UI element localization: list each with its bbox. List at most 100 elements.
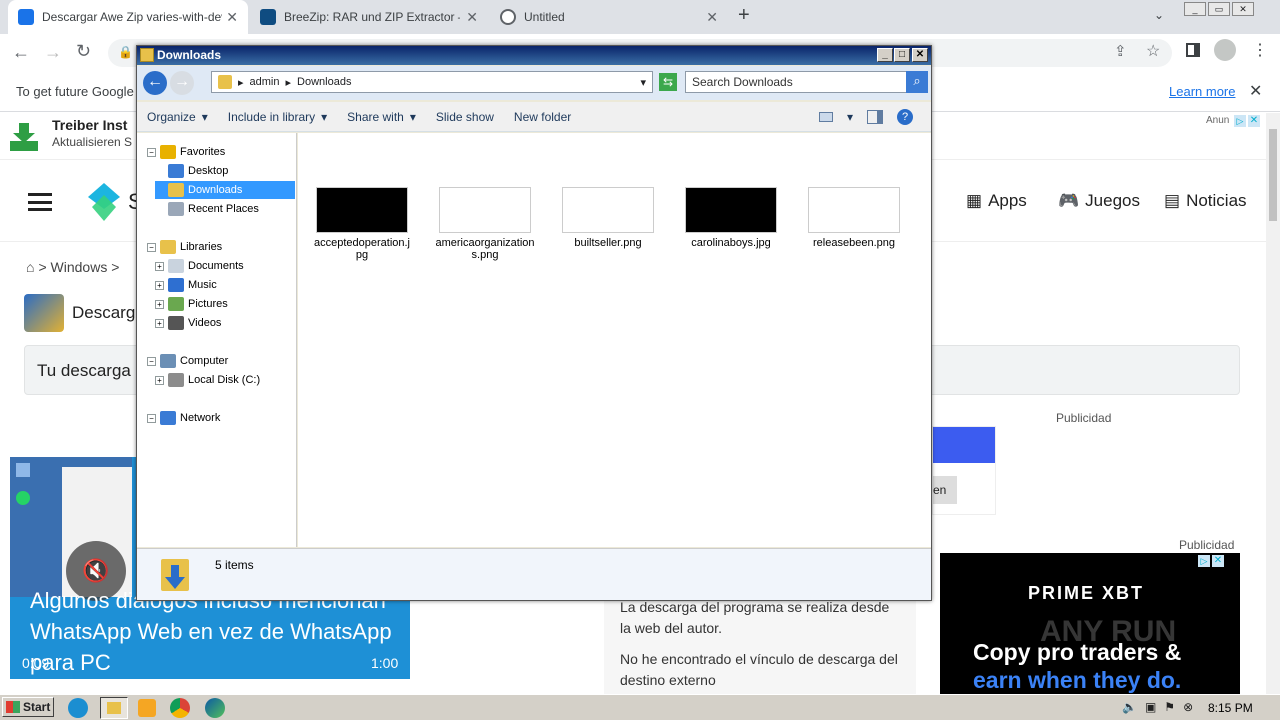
back-arrow-icon[interactable]: ← bbox=[12, 42, 30, 63]
tree-item-network[interactable]: − Network bbox=[147, 409, 220, 427]
share-icon[interactable]: ⇪ bbox=[1114, 42, 1127, 60]
ad-title[interactable]: Treiber Inst bbox=[52, 117, 127, 133]
tree-item-music[interactable]: + Music bbox=[155, 276, 217, 294]
file-item[interactable]: releasebeen.png bbox=[804, 187, 904, 249]
home-icon[interactable]: ⌂ bbox=[26, 259, 34, 275]
include-in-library-button[interactable]: Include in library ▾ bbox=[218, 110, 337, 124]
minimize-icon[interactable]: _ bbox=[1184, 2, 1206, 16]
file-item[interactable]: carolinaboys.jpg bbox=[681, 187, 781, 249]
collapse-icon[interactable]: − bbox=[147, 356, 156, 366]
help-icon[interactable]: ? bbox=[897, 108, 913, 125]
close-icon[interactable]: ✕ bbox=[466, 9, 478, 26]
app-title: Descarg bbox=[72, 303, 136, 322]
forward-arrow-icon[interactable]: → bbox=[44, 42, 62, 63]
edge-icon[interactable] bbox=[205, 698, 225, 718]
explorer-address-bar[interactable]: ▸ admin ▸ Downloads ▾ bbox=[211, 71, 653, 93]
side-panel-icon[interactable] bbox=[1186, 43, 1200, 57]
tree-item-local-disk-c[interactable]: + Local Disk (C:) bbox=[155, 371, 260, 389]
learn-more-link[interactable]: Learn more bbox=[1169, 84, 1235, 99]
collapse-icon[interactable]: − bbox=[147, 147, 156, 157]
explorer-search-input[interactable]: Search Downloads bbox=[685, 71, 907, 93]
close-icon[interactable]: ✕ bbox=[912, 48, 928, 62]
explorer-taskbar-button[interactable] bbox=[100, 697, 128, 719]
security-icon[interactable]: ⊗ bbox=[1183, 700, 1193, 714]
tree-item-desktop[interactable]: +Desktop bbox=[155, 162, 228, 180]
scrollbar[interactable] bbox=[1266, 113, 1280, 694]
tree-item-pictures[interactable]: + Pictures bbox=[155, 295, 228, 313]
expand-icon[interactable]: + bbox=[155, 261, 164, 271]
tab-untitled[interactable]: Untitled ✕ bbox=[490, 0, 728, 34]
prime-xbt-ad[interactable]: PRIME XBT ANY RUN Copy pro traders & ear… bbox=[940, 553, 1240, 694]
nav-noticias[interactable]: ▤ Noticias bbox=[1164, 191, 1247, 211]
bookmark-star-icon[interactable]: ☆ bbox=[1146, 41, 1160, 61]
start-button[interactable]: Start bbox=[2, 697, 54, 717]
preview-pane-icon[interactable] bbox=[867, 109, 883, 124]
restore-icon[interactable]: ▭ bbox=[1208, 2, 1230, 16]
reload-icon[interactable]: ↻ bbox=[76, 41, 91, 62]
close-icon[interactable]: ✕ bbox=[226, 9, 238, 26]
explorer-titlebar[interactable]: Downloads _ □ ✕ bbox=[137, 46, 931, 65]
more-menu-icon[interactable]: ⋮ bbox=[1252, 40, 1268, 60]
tree-item-label: Libraries bbox=[180, 241, 223, 253]
softonic-logo-icon[interactable] bbox=[88, 183, 120, 221]
tree-item-recent-places[interactable]: +Recent Places bbox=[155, 200, 259, 218]
adchoices-icon[interactable]: ▷ bbox=[1198, 555, 1210, 567]
forward-arrow-icon[interactable]: → bbox=[170, 71, 194, 95]
expand-icon[interactable]: + bbox=[155, 299, 164, 309]
volume-icon[interactable]: 🔈 bbox=[1122, 700, 1137, 714]
file-item[interactable]: acceptedoperation.jpg bbox=[312, 187, 412, 261]
nav-apps[interactable]: ▦ Apps bbox=[966, 191, 1027, 211]
dropdown-icon[interactable]: ▾ bbox=[847, 110, 853, 124]
maximize-icon[interactable]: □ bbox=[894, 48, 910, 62]
scrollbar-thumb[interactable] bbox=[1269, 129, 1277, 221]
adchoices-icon[interactable]: ▷ bbox=[1234, 115, 1246, 127]
close-icon[interactable]: ✕ bbox=[1232, 2, 1254, 16]
media-player-icon[interactable] bbox=[138, 699, 156, 717]
close-ad-icon[interactable]: ✕ bbox=[1212, 555, 1224, 567]
file-item[interactable]: builtseller.png bbox=[558, 187, 658, 249]
file-item[interactable]: americaorganizations.png bbox=[435, 187, 535, 261]
tree-item-documents[interactable]: + Documents bbox=[155, 257, 244, 275]
close-icon[interactable]: ✕ bbox=[1249, 81, 1262, 101]
profile-avatar-icon[interactable] bbox=[1214, 39, 1236, 61]
ie-icon[interactable] bbox=[68, 698, 88, 718]
search-icon[interactable]: ⌕ bbox=[906, 71, 928, 93]
ad-banner-small[interactable]: en bbox=[932, 426, 996, 515]
tree-item-libraries[interactable]: − Libraries bbox=[147, 238, 222, 256]
tab-breezip[interactable]: BreeZip: RAR und ZIP Extractor – Mi ✕ bbox=[250, 0, 488, 34]
tab-search-icon[interactable]: ⌄ bbox=[1154, 8, 1164, 22]
info-bar-text: To get future Google bbox=[16, 84, 134, 99]
new-tab-button[interactable]: + bbox=[738, 4, 750, 27]
close-icon[interactable]: ✕ bbox=[706, 9, 718, 26]
hamburger-menu-icon[interactable] bbox=[28, 193, 52, 211]
collapse-icon[interactable]: − bbox=[147, 413, 156, 423]
minimize-icon[interactable]: _ bbox=[877, 48, 893, 62]
close-ad-icon[interactable]: ✕ bbox=[1248, 115, 1260, 127]
tree-item-computer[interactable]: − Computer bbox=[147, 352, 228, 370]
chrome-icon[interactable] bbox=[170, 698, 190, 718]
path-segment[interactable]: admin bbox=[250, 76, 280, 88]
network-icon[interactable]: ▣ bbox=[1145, 700, 1156, 714]
tab-descargar[interactable]: Descargar Awe Zip varies-with-devic ✕ bbox=[8, 0, 248, 34]
ad-button[interactable]: en bbox=[933, 476, 957, 504]
expand-icon[interactable]: + bbox=[155, 375, 164, 385]
view-options-icon[interactable] bbox=[818, 111, 833, 122]
organize-button[interactable]: Organize ▾ bbox=[137, 110, 218, 124]
back-arrow-icon[interactable]: ← bbox=[143, 71, 167, 95]
path-segment[interactable]: Downloads bbox=[297, 76, 351, 88]
explorer-window[interactable]: Downloads _ □ ✕ ← → ▸ admin ▸ Downloads … bbox=[136, 45, 932, 601]
nav-juegos[interactable]: 🎮 Juegos bbox=[1058, 191, 1140, 211]
flag-icon[interactable]: ⚑ bbox=[1164, 700, 1175, 714]
expand-icon[interactable]: + bbox=[155, 318, 164, 328]
tree-item-downloads[interactable]: +Downloads bbox=[155, 181, 295, 199]
share-with-button[interactable]: Share with ▾ bbox=[337, 110, 426, 124]
new-folder-button[interactable]: New folder bbox=[504, 110, 581, 124]
breadcrumb-text[interactable]: > Windows > bbox=[38, 259, 119, 275]
dropdown-icon[interactable]: ▾ bbox=[640, 76, 646, 89]
tree-item-favorites[interactable]: − Favorites bbox=[147, 143, 225, 161]
refresh-icon[interactable]: ⇆ bbox=[659, 73, 677, 91]
slide-show-button[interactable]: Slide show bbox=[426, 110, 504, 124]
tree-item-videos[interactable]: + Videos bbox=[155, 314, 221, 332]
collapse-icon[interactable]: − bbox=[147, 242, 156, 252]
expand-icon[interactable]: + bbox=[155, 280, 164, 290]
